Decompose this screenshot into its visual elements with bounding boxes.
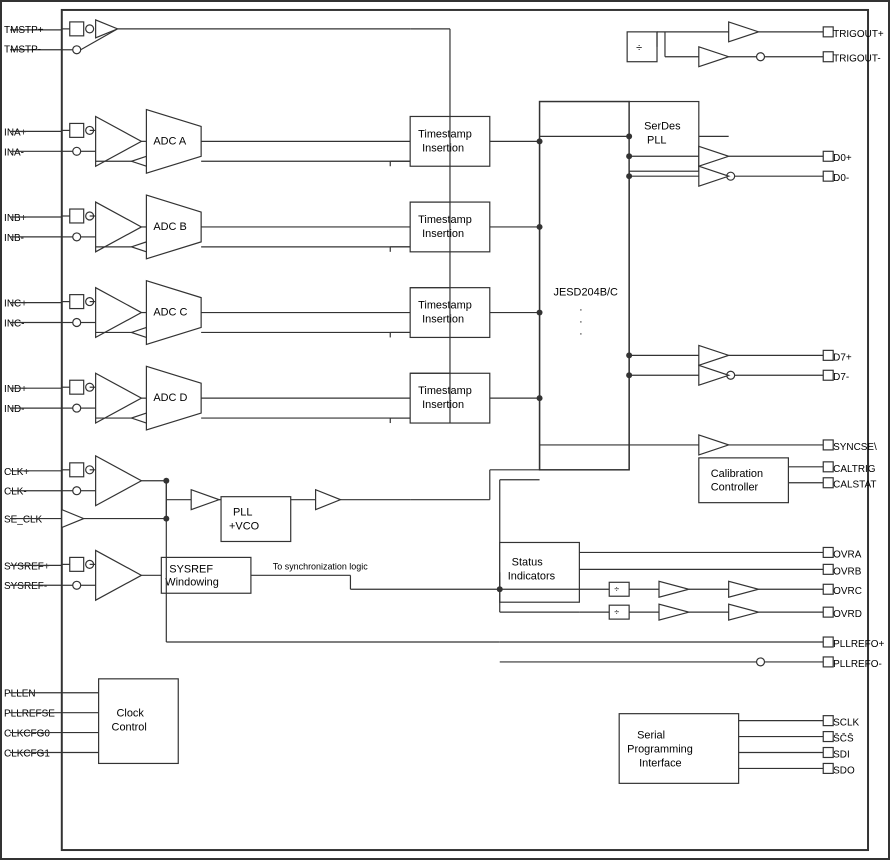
divider-d-label: ÷: [614, 607, 619, 617]
ina-minus-label: INA-: [4, 147, 24, 158]
pll-vco-label: PLL: [233, 507, 252, 519]
inb-plus-label: INB+: [4, 213, 27, 224]
ovrd-label: OVRD: [833, 609, 862, 620]
timestamp-d-label2: Insertion: [422, 399, 464, 411]
pllrefo-minus-label: PLLREFO-: [833, 659, 882, 670]
caltrig-label: CALTRIG: [833, 464, 875, 475]
se-clk-label: SE_CLK: [4, 515, 42, 526]
timestamp-b-label: Timestamp: [418, 214, 472, 226]
clock-control-label2: Control: [112, 722, 147, 734]
timestamp-a-label2: Insertion: [422, 142, 464, 154]
serial-prog-label: Serial: [637, 730, 665, 742]
clock-control-label: Clock: [117, 708, 145, 720]
timestamp-c-label: Timestamp: [418, 300, 472, 312]
sdi-label: SDI: [833, 749, 850, 760]
adc-a-label: ADC A: [153, 135, 187, 147]
pllrefse-label: PLLREFSE: [4, 709, 55, 720]
pll-vco-label2: +VCO: [229, 521, 259, 533]
clk-plus-label: CLK+: [4, 467, 29, 478]
ovra-label: OVRA: [833, 549, 862, 560]
cal-ctrl-label: Calibration: [711, 468, 763, 480]
tmstp-plus-label: TMSTP+: [4, 25, 44, 36]
timestamp-b-label2: Insertion: [422, 228, 464, 240]
trigout-minus-label: TRIGOUT-: [833, 54, 880, 65]
ina-plus-label: INA+: [4, 127, 27, 138]
svg-text:.: .: [579, 302, 582, 314]
status-ind-label: Status: [512, 556, 544, 568]
ovrb-label: OVRB: [833, 566, 862, 577]
svg-text:.: .: [579, 314, 582, 326]
adc-c-label: ADC C: [153, 307, 187, 319]
d7-plus-label: D7+: [833, 352, 852, 363]
jesd-label: JESD204B/C: [553, 287, 618, 299]
timestamp-d-label: Timestamp: [418, 385, 472, 397]
diagram-container: TMSTP+ TMSTP- INA+ INA- ADC A INB+ INB-: [0, 0, 890, 860]
sysref-plus-label: SYSREF+: [4, 561, 50, 572]
d0-minus-label: D0-: [833, 173, 849, 184]
d0-plus-label: D0+: [833, 153, 852, 164]
sysref-windowing-label: SYSREF: [169, 563, 213, 575]
scs-label: S̄C̄S̄: [833, 734, 854, 745]
clkcfg0-label: CLKCFG0: [4, 729, 50, 740]
inb-minus-label: INB-: [4, 233, 24, 244]
cal-ctrl-label2: Controller: [711, 482, 759, 494]
ovrc-label: OVRC: [833, 586, 862, 597]
pllrefo-plus-label: PLLREFO+: [833, 639, 884, 650]
sysref-minus-label: SYSREF-: [4, 581, 47, 592]
syncse-label: SYNCSE\: [833, 442, 877, 453]
sysref-windowing-label2: Windowing: [165, 576, 219, 588]
ind-plus-label: IND+: [4, 384, 27, 395]
tmstp-minus-label: TMSTP-: [4, 45, 41, 56]
serdes-pll-label: SerDes: [644, 120, 681, 132]
pllen-label: PLLEN: [4, 689, 35, 700]
serial-prog-label3: Interface: [639, 757, 682, 769]
serial-prog-label2: Programming: [627, 743, 693, 755]
inc-plus-label: INC+: [4, 299, 27, 310]
divider-c-label: ÷: [614, 584, 619, 594]
to-sync-label: To synchronization logic: [273, 561, 368, 571]
timestamp-c-label2: Insertion: [422, 314, 464, 326]
clkcfg1-label: CLKCFG1: [4, 748, 50, 759]
timestamp-a-label: Timestamp: [418, 128, 472, 140]
serdes-pll-label2: PLL: [647, 134, 666, 146]
adc-b-label: ADC B: [153, 221, 186, 233]
svg-text:.: .: [579, 325, 582, 337]
trigout-plus-label: TRIGOUT+: [833, 29, 884, 40]
d7-minus-label: D7-: [833, 372, 849, 383]
divider-label: ÷: [636, 42, 642, 54]
sdo-label: SDO: [833, 765, 855, 776]
clk-minus-label: CLK-: [4, 487, 27, 498]
sclk-label: SCLK: [833, 718, 859, 729]
status-ind-label2: Indicators: [508, 570, 556, 582]
calstat-label: CALSTAT: [833, 480, 876, 491]
ind-minus-label: IND-: [4, 404, 24, 415]
adc-d-label: ADC D: [153, 392, 187, 404]
inc-minus-label: INC-: [4, 318, 24, 329]
